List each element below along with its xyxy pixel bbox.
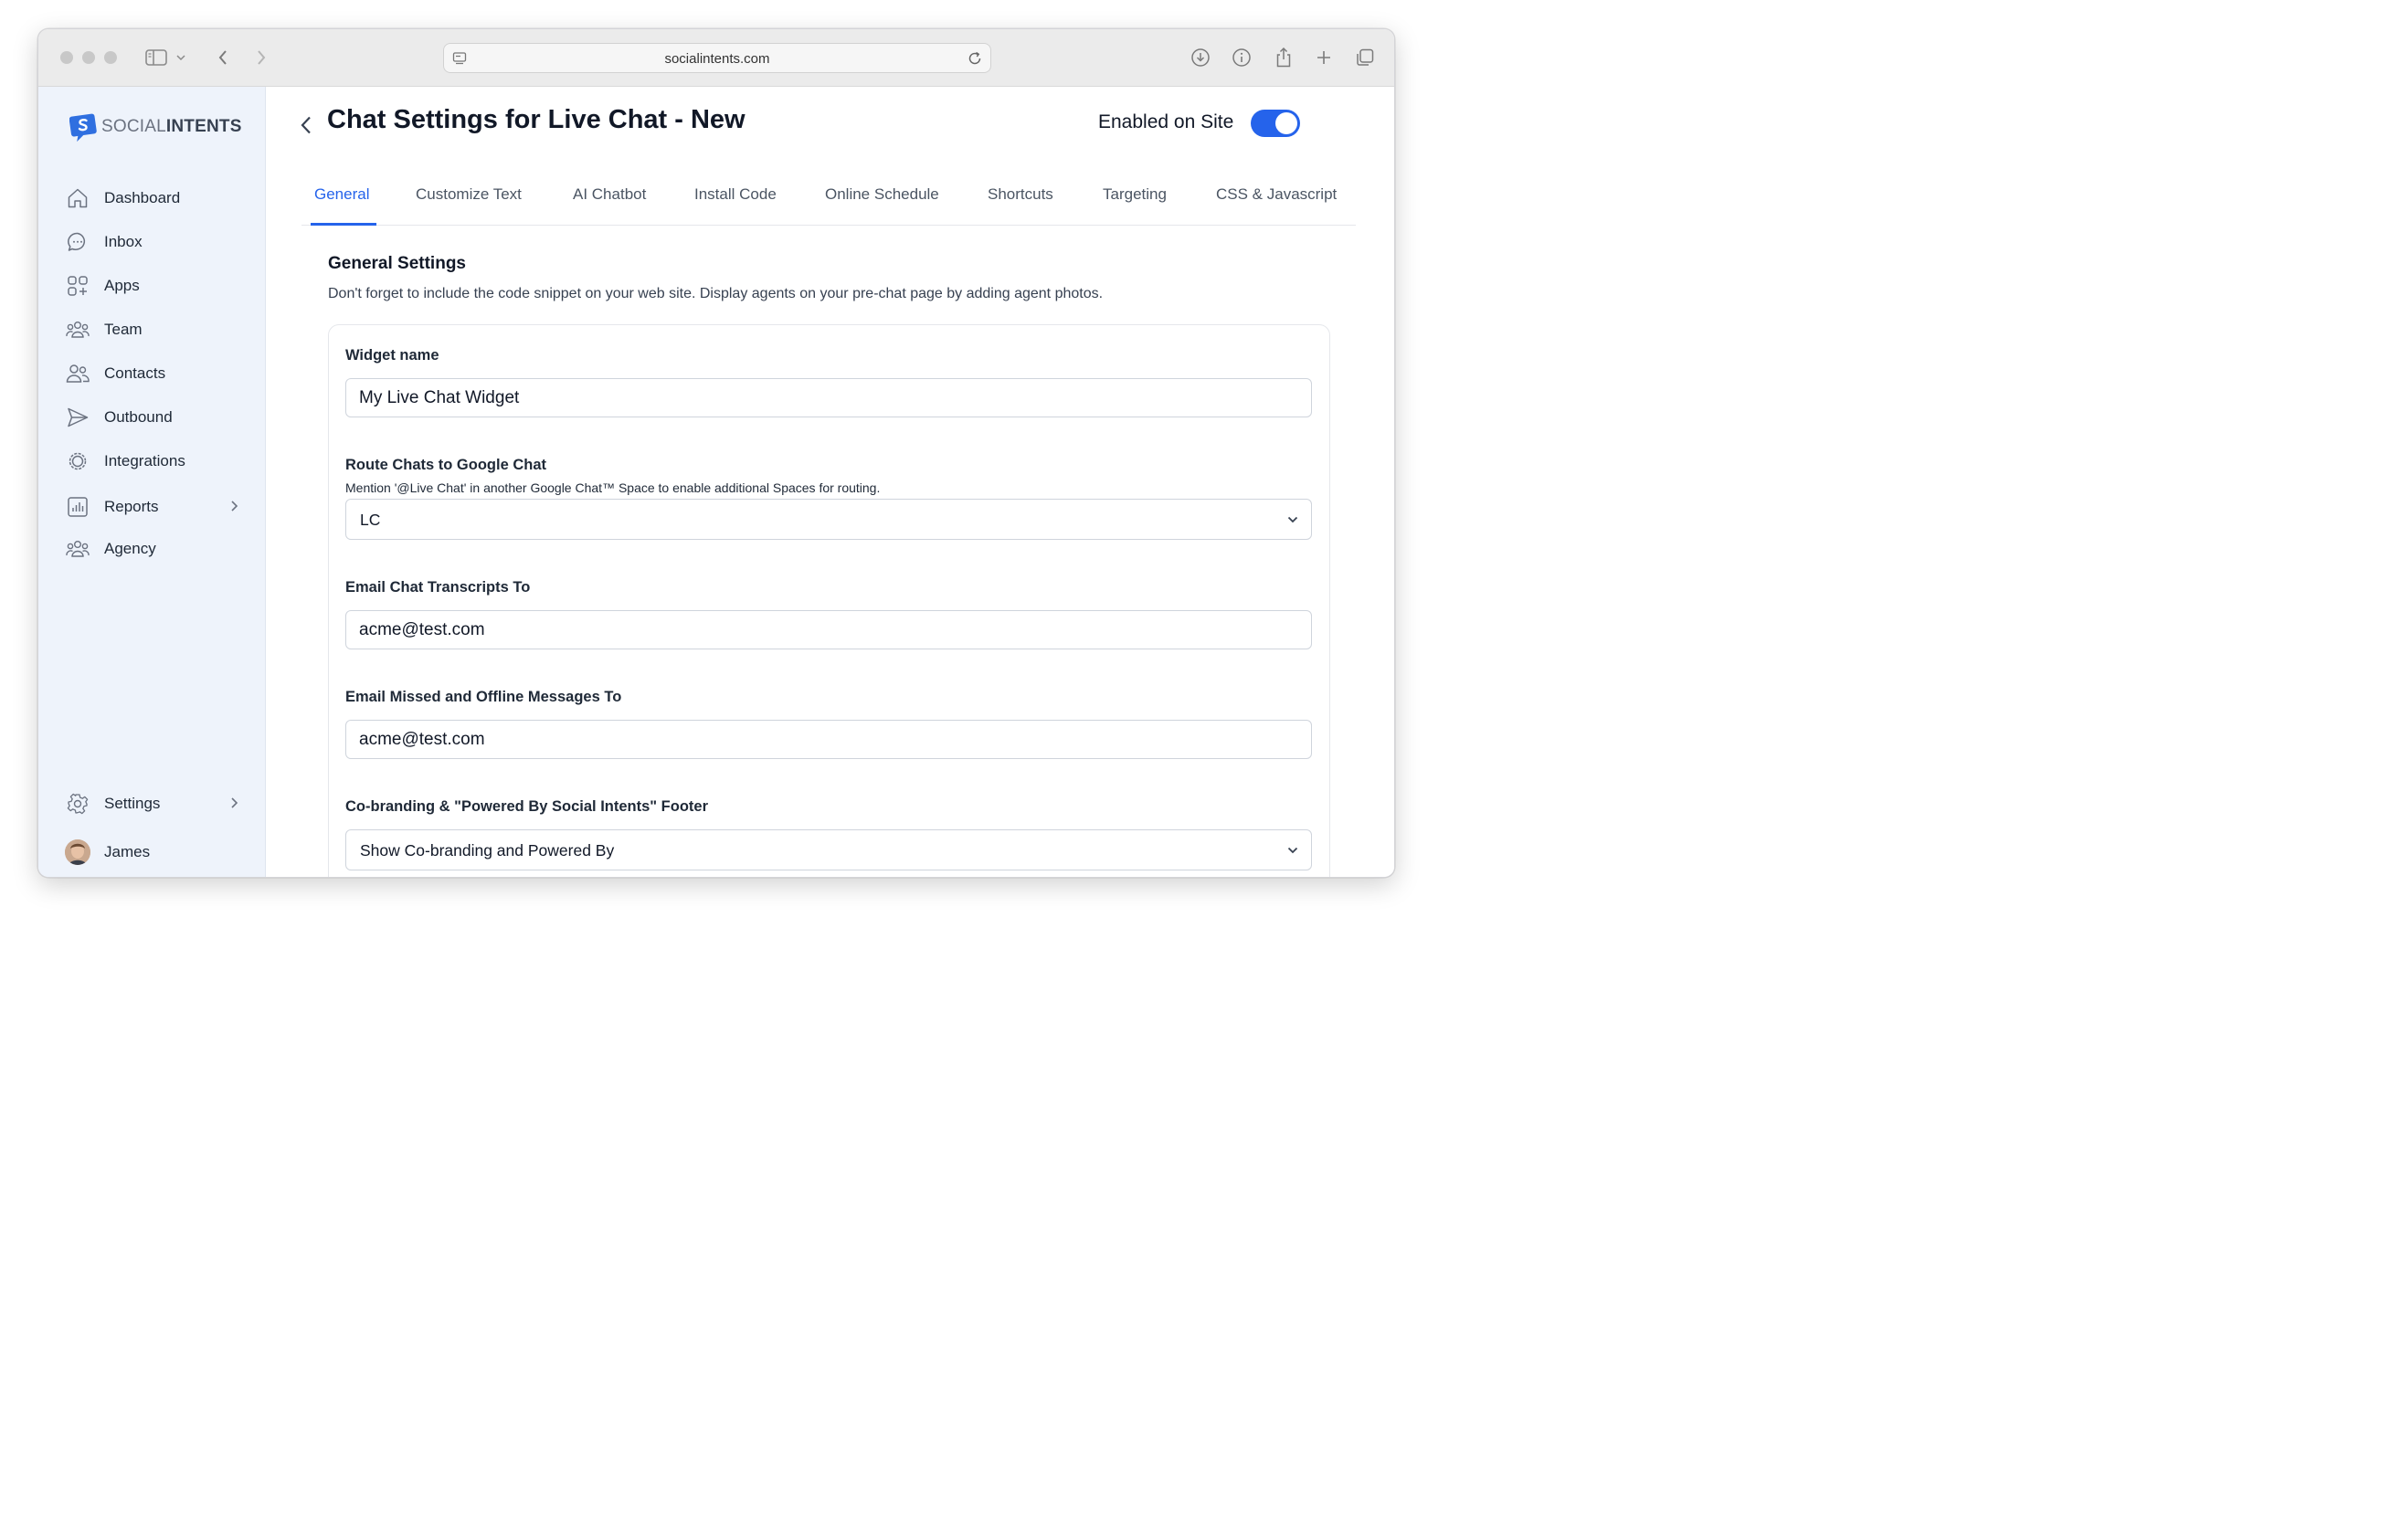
- general-settings-card: Widget name Route Chats to Google Chat M…: [328, 324, 1330, 877]
- sidebar-item-label: Outbound: [104, 408, 173, 426]
- new-tab-icon[interactable]: [1312, 46, 1336, 69]
- tab-install-code[interactable]: Install Code: [694, 185, 777, 204]
- enabled-on-site-toggle[interactable]: [1251, 110, 1300, 137]
- url-text: socialintents.com: [664, 51, 770, 67]
- sidebar-item-outbound[interactable]: Outbound: [65, 404, 238, 431]
- sidebar-item-integrations[interactable]: Integrations: [65, 448, 238, 475]
- sidebar-item-label: Contacts: [104, 364, 166, 382]
- apps-grid-icon: [65, 273, 90, 299]
- contacts-icon: [65, 361, 90, 386]
- main-content: Chat Settings for Live Chat - New Enable…: [267, 87, 1394, 877]
- sidebar-toggle-icon[interactable]: [144, 46, 168, 69]
- chevron-down-icon[interactable]: [174, 46, 188, 69]
- agency-icon: [65, 536, 90, 562]
- page-title: Chat Settings for Live Chat - New: [327, 105, 746, 134]
- active-tab-indicator: [311, 223, 376, 226]
- chevron-right-icon: [229, 499, 238, 518]
- sidebar-item-contacts[interactable]: Contacts: [65, 360, 238, 387]
- tab-online-schedule[interactable]: Online Schedule: [825, 185, 939, 204]
- downloads-icon[interactable]: [1189, 46, 1212, 69]
- team-icon: [65, 317, 90, 343]
- chevron-right-icon: [229, 796, 238, 815]
- share-icon[interactable]: [1272, 46, 1295, 69]
- sidebar-item-label: Agency: [104, 540, 156, 557]
- logo-text: SOCIALINTENTS: [101, 117, 242, 136]
- chevron-left-icon: [301, 116, 311, 134]
- section-title: General Settings: [328, 254, 466, 273]
- address-bar[interactable]: socialintents.com: [443, 43, 991, 73]
- tab-targeting[interactable]: Targeting: [1103, 185, 1167, 204]
- sidebar-item-label: Integrations: [104, 452, 185, 469]
- logo[interactable]: SOCIALINTENTS: [69, 111, 242, 142]
- enabled-on-site-label: Enabled on Site: [1098, 111, 1234, 132]
- route-chats-label: Route Chats to Google Chat: [345, 457, 546, 473]
- widget-name-input[interactable]: [345, 378, 1312, 417]
- sidebar-item-label: Settings: [104, 795, 161, 812]
- route-chats-selected-value: LC: [360, 511, 381, 529]
- gear-icon: [65, 791, 90, 817]
- sidebar-item-settings[interactable]: Settings: [65, 790, 238, 817]
- sidebar-item-label: Reports: [104, 498, 159, 515]
- email-transcripts-input[interactable]: [345, 610, 1312, 649]
- bar-chart-icon: [65, 494, 90, 520]
- browser-window: socialintents.com SOCIALINTENTS Dashboar…: [37, 28, 1395, 878]
- chat-bubble-icon: [65, 229, 90, 255]
- reload-icon[interactable]: [967, 50, 983, 71]
- zoom-window-button[interactable]: [104, 51, 117, 64]
- tab-shortcuts[interactable]: Shortcuts: [988, 185, 1053, 204]
- sidebar-item-label: Dashboard: [104, 189, 181, 206]
- forward-icon[interactable]: [249, 46, 273, 69]
- sidebar-item-inbox[interactable]: Inbox: [65, 228, 238, 256]
- sidebar-item-label: Apps: [104, 277, 140, 294]
- close-window-button[interactable]: [60, 51, 73, 64]
- widget-name-label: Widget name: [345, 347, 439, 364]
- route-chats-help: Mention '@Live Chat' in another Google C…: [345, 480, 881, 495]
- user-name: James: [104, 843, 151, 860]
- sidebar-item-team[interactable]: Team: [65, 316, 238, 343]
- sidebar: SOCIALINTENTS Dashboard Inbox Apps Team: [38, 87, 266, 877]
- sidebar-item-label: Inbox: [104, 233, 143, 250]
- paper-plane-icon: [65, 405, 90, 430]
- info-icon[interactable]: [1230, 46, 1253, 69]
- chevron-down-icon: [1286, 844, 1299, 861]
- cobranding-label: Co-branding & "Powered By Social Intents…: [345, 798, 709, 815]
- user-menu[interactable]: James: [65, 839, 238, 866]
- sidebar-item-agency[interactable]: Agency: [65, 535, 238, 563]
- tab-css-javascript[interactable]: CSS & Javascript: [1216, 185, 1337, 204]
- sidebar-item-reports[interactable]: Reports: [65, 493, 238, 521]
- avatar: [65, 839, 90, 865]
- email-missed-label: Email Missed and Offline Messages To: [345, 689, 622, 705]
- browser-toolbar: socialintents.com: [38, 29, 1394, 87]
- settings-tabs: General Customize Text AI Chatbot Instal…: [301, 169, 1356, 226]
- cobranding-selected-value: Show Co-branding and Powered By: [360, 841, 615, 860]
- logo-icon: [69, 113, 97, 142]
- sidebar-item-label: Team: [104, 321, 143, 338]
- toggle-knob: [1275, 112, 1297, 134]
- minimize-window-button[interactable]: [82, 51, 95, 64]
- route-chats-select[interactable]: LC: [345, 499, 1312, 540]
- back-button[interactable]: [296, 111, 316, 139]
- section-description: Don't forget to include the code snippet…: [328, 286, 1104, 301]
- email-transcripts-label: Email Chat Transcripts To: [345, 579, 531, 596]
- integrations-gear-icon: [65, 448, 90, 474]
- tab-ai-chatbot[interactable]: AI Chatbot: [573, 185, 646, 204]
- tab-overview-icon[interactable]: [1353, 46, 1377, 69]
- sidebar-item-dashboard[interactable]: Dashboard: [65, 185, 238, 212]
- sidebar-item-apps[interactable]: Apps: [65, 272, 238, 300]
- cobranding-select[interactable]: Show Co-branding and Powered By: [345, 829, 1312, 870]
- tab-general[interactable]: General: [314, 185, 369, 204]
- email-missed-input[interactable]: [345, 720, 1312, 759]
- back-icon[interactable]: [211, 46, 235, 69]
- chevron-down-icon: [1286, 513, 1299, 531]
- tab-customize-text[interactable]: Customize Text: [416, 185, 522, 204]
- home-icon: [65, 185, 90, 211]
